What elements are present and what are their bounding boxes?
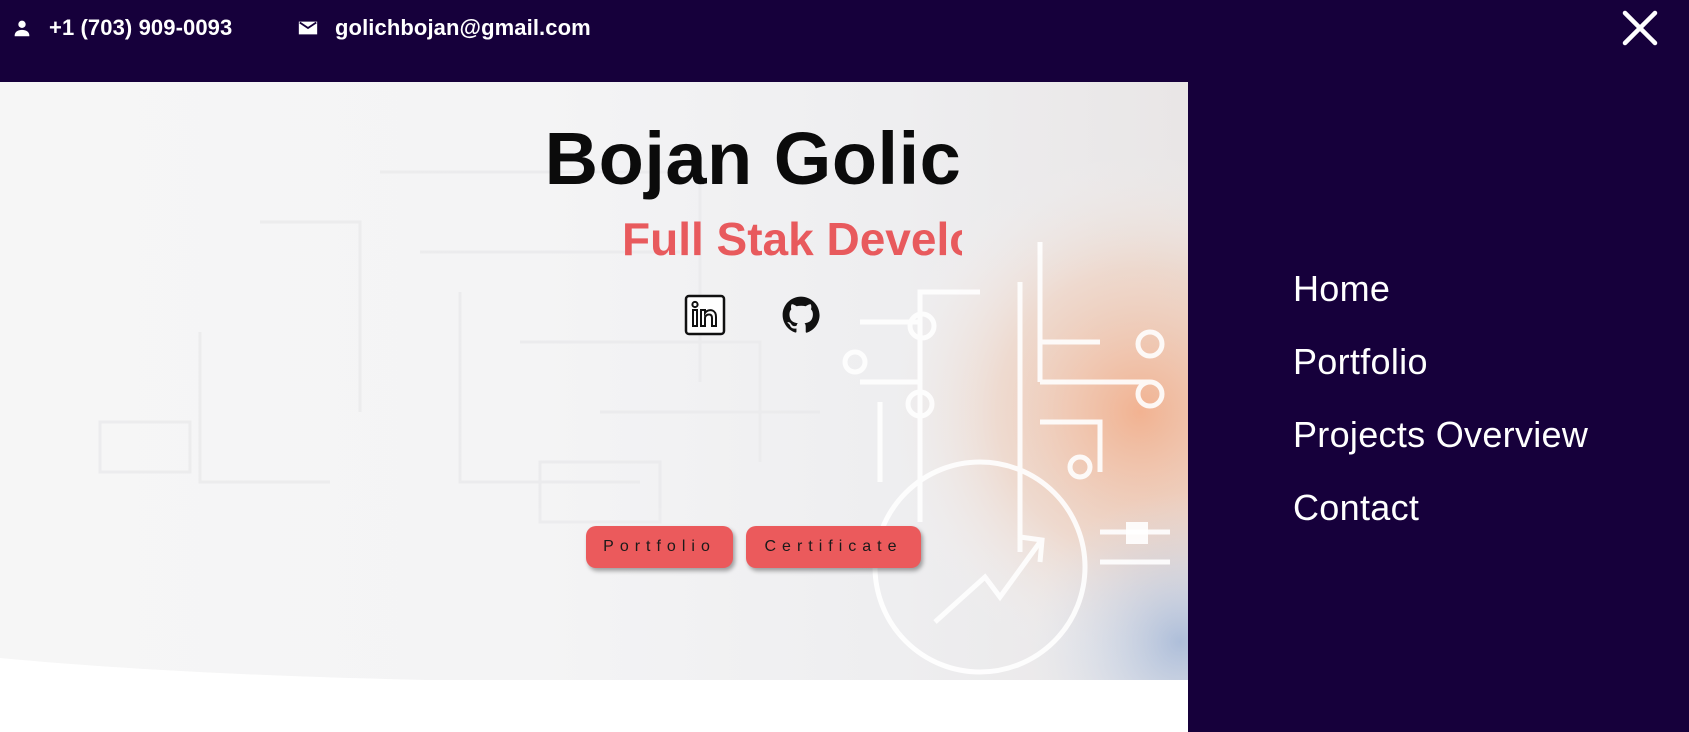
page: +1 (703) 909-0093 golichbojan@gmail.com xyxy=(0,0,1689,732)
menu-item-projects-overview[interactable]: Projects Overview xyxy=(1293,414,1588,456)
hero-wave xyxy=(0,658,1188,680)
linkedin-icon xyxy=(684,294,726,336)
github-link[interactable] xyxy=(780,294,822,336)
phone-number: +1 (703) 909-0093 xyxy=(49,15,233,40)
hero-section: Bojan Golic Full Stak Develo Portfolio C… xyxy=(0,82,1188,680)
linkedin-link[interactable] xyxy=(684,294,726,336)
close-menu-button[interactable] xyxy=(1620,8,1660,48)
certificate-button[interactable]: Certificate xyxy=(746,526,921,568)
portfolio-button[interactable]: Portfolio xyxy=(586,526,733,568)
hero-tagline: Full Stak Develo xyxy=(622,213,962,265)
mail-icon xyxy=(297,17,319,39)
hero-tagline-container: Full Stak Develo xyxy=(622,212,962,272)
hero-name: Bojan Golic xyxy=(544,117,962,200)
github-icon xyxy=(782,296,820,333)
close-icon xyxy=(1622,10,1658,46)
top-bar: +1 (703) 909-0093 golichbojan@gmail.com xyxy=(0,0,1689,82)
menu-item-home[interactable]: Home xyxy=(1293,268,1390,310)
email-contact[interactable]: golichbojan@gmail.com xyxy=(297,12,591,44)
menu-item-portfolio[interactable]: Portfolio xyxy=(1293,341,1428,383)
side-menu: Home Portfolio Projects Overview Contact xyxy=(1188,82,1689,732)
email-address: golichbojan@gmail.com xyxy=(335,15,591,40)
person-icon xyxy=(11,17,33,39)
phone-contact[interactable]: +1 (703) 909-0093 xyxy=(11,12,232,44)
menu-item-contact[interactable]: Contact xyxy=(1293,487,1419,529)
